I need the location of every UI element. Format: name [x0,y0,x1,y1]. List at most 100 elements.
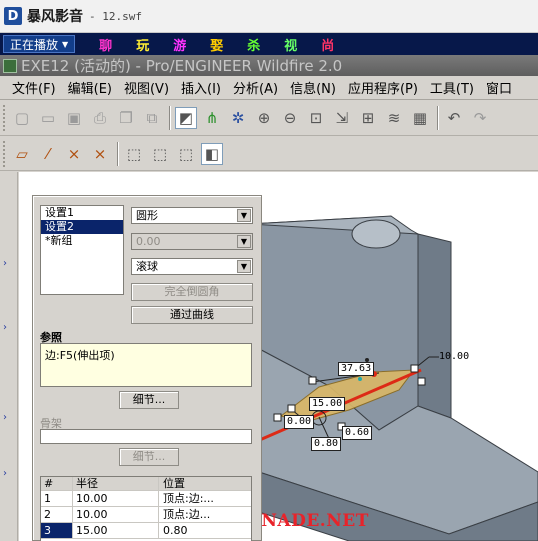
chevron-down-icon[interactable]: ▼ [237,260,251,273]
menu-edit[interactable]: 编辑(E) [68,78,112,97]
undo-icon[interactable]: ↶ [443,107,465,129]
datum-plane-icon[interactable]: ▱ [11,143,33,165]
main-toolbar: ▢ ▭ ▣ ⎙ ❐ ⧉ ◩ ⋔ ✲ ⊕ ⊖ ⊡ ⇲ ⊞ ≋ ▦ ↶ ↷ [0,101,538,136]
menu-info[interactable]: 信息(N) [290,78,336,97]
print-icon[interactable]: ⎙ [89,107,111,129]
dock-arrow-icon[interactable]: › [3,412,7,423]
full-round-button: 完全倒圆角 [131,283,253,301]
toolbar-grip[interactable] [3,140,7,167]
hidden-line-icon[interactable]: ⬚ [149,143,171,165]
model-tree-icon[interactable]: ▦ [409,107,431,129]
chevron-down-icon[interactable]: ▼ [237,209,251,222]
table-row[interactable]: 2 10.00 顶点:边... [41,507,251,523]
row-radius[interactable]: 15.00 [73,523,159,538]
drag-handle [410,364,419,373]
datum-axis-icon[interactable]: ⁄ [37,143,59,165]
shape-select[interactable]: 圆形 ▼ [131,207,253,224]
row-position[interactable]: 顶点:边:... [159,491,251,506]
drag-handle [417,377,426,386]
player-logo-icon: D [4,7,22,25]
dimension-label[interactable]: 37.63 [338,362,375,376]
row-index: 1 [41,491,73,506]
zoom-out-icon[interactable]: ⊖ [279,107,301,129]
model-wall-side [417,233,452,419]
table-row[interactable]: 1 10.00 顶点:边:... [41,491,251,507]
layers-icon[interactable]: ≋ [383,107,405,129]
datum-point-icon[interactable]: × [63,143,85,165]
row-position[interactable]: 0.80 [159,523,251,538]
new-icon[interactable]: ▢ [11,107,33,129]
paste-icon[interactable]: ⧉ [141,107,163,129]
strip-link-marry[interactable]: 娶 [210,35,223,54]
dimension-label[interactable]: 0.00 [284,415,315,429]
set-list-item[interactable]: 设置2 [41,220,123,234]
toolbar-grip[interactable] [3,105,7,131]
reference-collector[interactable]: 边:F5(伸出项) [40,343,252,387]
left-dock-strip: › › › › [0,172,18,541]
datum-icon[interactable]: ⋔ [201,107,223,129]
dock-arrow-icon[interactable]: › [3,322,7,333]
table-row[interactable]: 3 15.00 0.80 [41,523,251,539]
menu-analysis[interactable]: 分析(A) [233,78,278,97]
table-header: # 半径 位置 [41,477,251,491]
dock-arrow-icon[interactable]: › [3,258,7,269]
reference-details-button[interactable]: 细节... [119,391,179,409]
model-cylinder-cap [351,219,401,249]
row-position[interactable]: 顶点:边... [159,507,251,522]
spin-icon[interactable]: ⇲ [331,107,353,129]
strip-link-kill[interactable]: 杀 [247,35,260,54]
column-header: # [41,477,73,490]
saved-views-icon[interactable]: ⊞ [357,107,379,129]
round-sets-list[interactable]: 设置1 设置2 *新组 [40,205,124,295]
redo-icon[interactable]: ↷ [469,107,491,129]
coord-sys-icon[interactable]: ⨯ [89,143,111,165]
shape-select-value: 圆形 [136,209,158,222]
wireframe-icon[interactable]: ⬚ [123,143,145,165]
orient-icon[interactable]: ✲ [227,107,249,129]
save-icon[interactable]: ▣ [63,107,85,129]
no-hidden-icon[interactable]: ⬚ [175,143,197,165]
dimension-label[interactable]: 15.00 [309,397,346,411]
set-list-item[interactable]: *新组 [41,234,123,248]
method-select-value: 滚球 [136,260,158,273]
dock-arrow-icon[interactable]: › [3,468,7,479]
open-icon[interactable]: ▭ [37,107,59,129]
shading-icon[interactable]: ◧ [201,142,223,165]
app-titlebar: EXE12 (活动的) - Pro/ENGINEER Wildfire 2.0 [0,55,538,76]
row-index: 2 [41,507,73,522]
menubar: 文件(F) 编辑(E) 视图(V) 插入(I) 分析(A) 信息(N) 应用程序… [0,76,538,100]
player-titlebar: D 暴风影音 - 12.swf [0,0,538,33]
radius-point [358,377,362,381]
now-playing-button[interactable]: 正在播放 ▼ [3,35,76,53]
menu-tools[interactable]: 工具(T) [430,78,474,97]
strip-link-video[interactable]: 视 [284,35,297,54]
chevron-down-icon: ▼ [237,235,251,248]
zoom-in-icon[interactable]: ⊕ [253,107,275,129]
through-curve-button[interactable]: 通过曲线 [131,306,253,324]
radius-select: 0.00 ▼ [131,233,253,250]
dimension-label[interactable]: 0.80 [311,437,342,451]
menu-insert[interactable]: 插入(I) [181,78,221,97]
menu-window[interactable]: 窗口 [486,78,512,97]
copy-icon[interactable]: ❐ [115,107,137,129]
strip-link-fashion[interactable]: 尚 [321,35,334,54]
dimension-label[interactable]: 0.60 [342,426,373,440]
repaint-icon[interactable]: ◩ [175,107,197,129]
menu-file[interactable]: 文件(F) [12,78,56,97]
now-playing-label: 正在播放 [10,37,59,52]
frame-collector[interactable] [40,429,252,444]
display-toolbar: ▱ ⁄ × ⨯ ⬚ ⬚ ⬚ ◧ [0,137,538,171]
radius-table[interactable]: # 半径 位置 1 10.00 顶点:边:... 2 10.00 顶点:边...… [40,476,252,541]
refit-icon[interactable]: ⊡ [305,107,327,129]
dimension-label[interactable]: 10.00 [439,351,469,362]
menu-view[interactable]: 视图(V) [124,78,169,97]
reference-value: 边:F5(伸出项) [45,349,115,362]
menu-applications[interactable]: 应用程序(P) [348,78,418,97]
set-list-item[interactable]: 设置1 [41,206,123,220]
strip-link-play[interactable]: 玩 [136,35,149,54]
strip-link-game[interactable]: 游 [173,35,186,54]
row-radius[interactable]: 10.00 [73,507,159,522]
row-radius[interactable]: 10.00 [73,491,159,506]
strip-link-chat[interactable]: 聊 [99,35,112,54]
method-select[interactable]: 滚球 ▼ [131,258,253,275]
